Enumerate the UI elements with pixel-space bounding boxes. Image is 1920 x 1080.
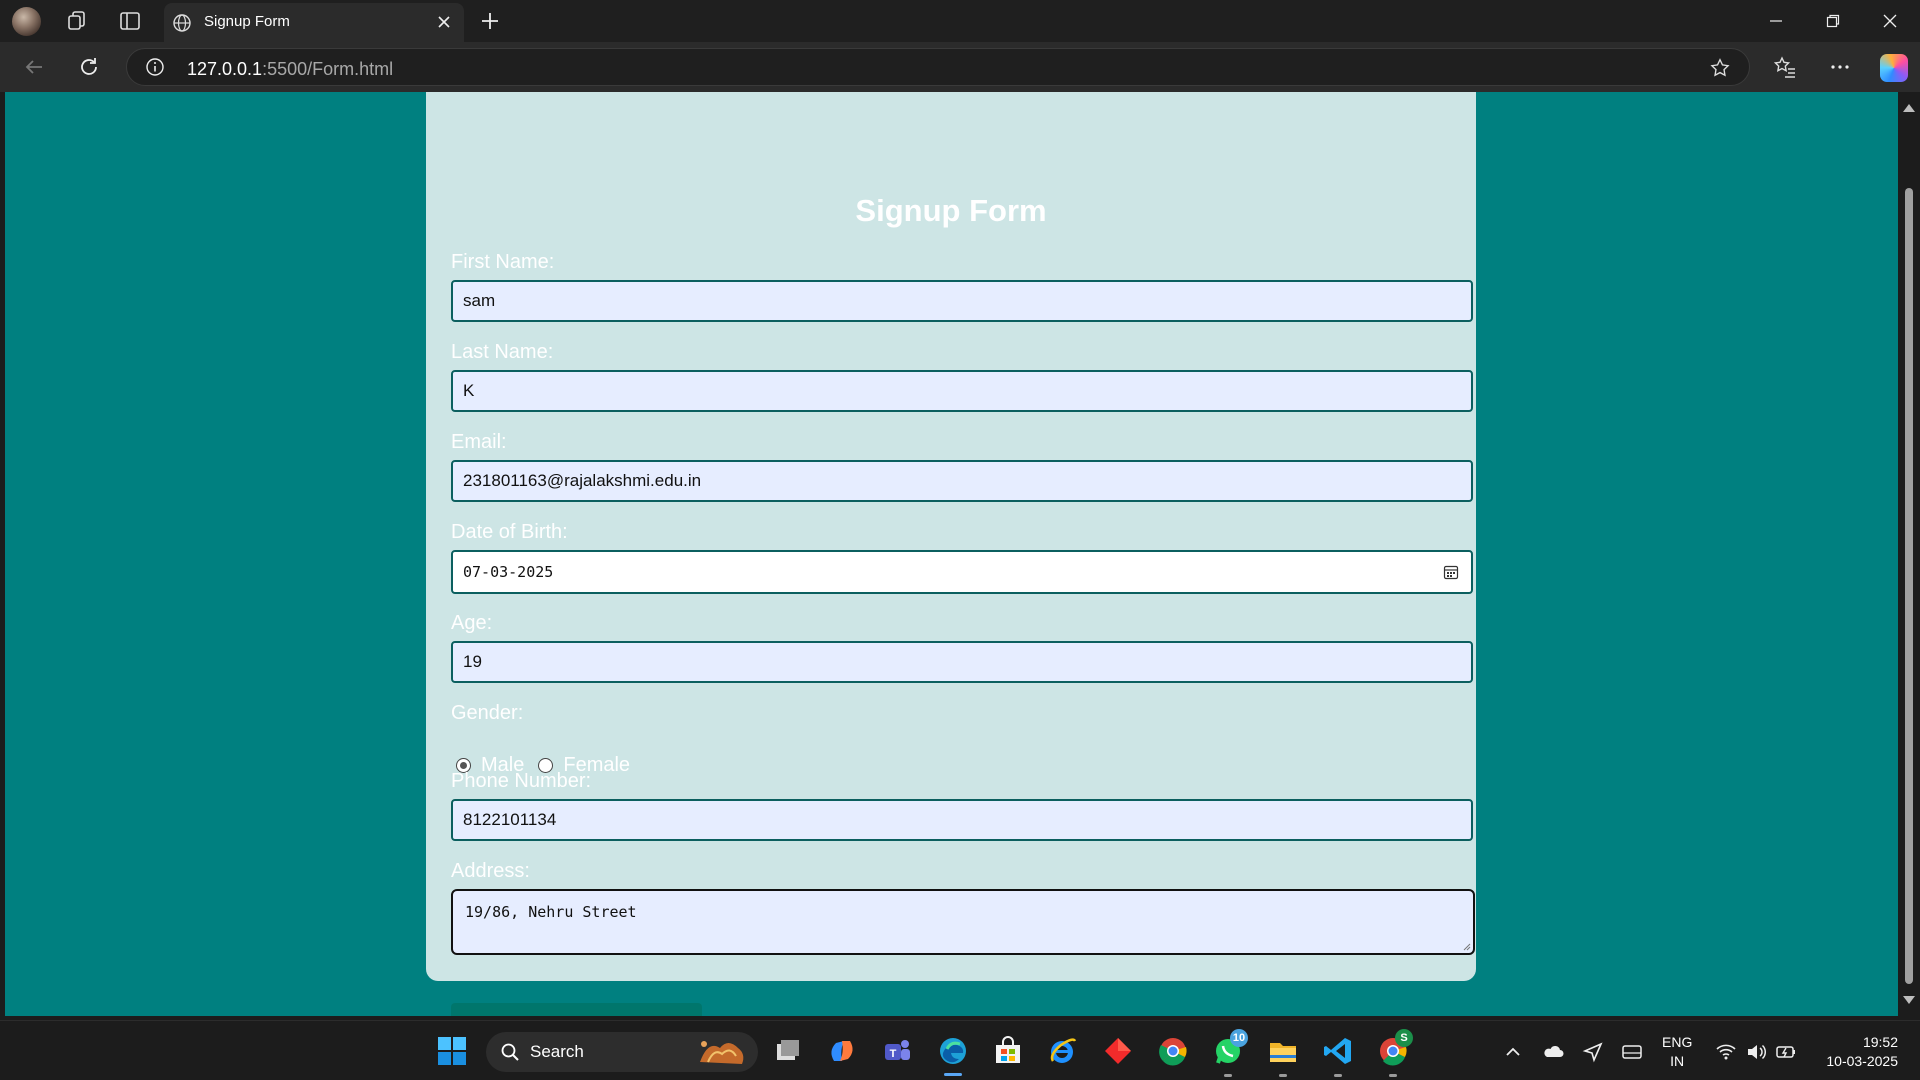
- last-name-input[interactable]: K: [451, 370, 1473, 412]
- search-icon: [501, 1043, 519, 1061]
- chrome-running-indicator: [1389, 1074, 1397, 1077]
- input-language-indicator[interactable]: ENG IN: [1662, 1033, 1692, 1071]
- minimize-icon: [1770, 20, 1782, 22]
- clock-date: 10-03-2025: [1826, 1053, 1898, 1069]
- chrome-icon[interactable]: [1157, 1035, 1189, 1067]
- system-clock[interactable]: 19:52 10-03-2025: [1826, 1033, 1898, 1071]
- url-host: 127.0.0.1: [187, 59, 263, 79]
- copilot-icon[interactable]: [1880, 54, 1908, 82]
- teams-icon[interactable]: T: [881, 1035, 913, 1067]
- windows-start-icon[interactable]: [436, 1035, 468, 1067]
- copilot-app-icon[interactable]: [826, 1035, 858, 1067]
- age-input[interactable]: 19: [451, 641, 1473, 683]
- svg-text:T: T: [890, 1048, 897, 1060]
- workspaces-icon[interactable]: [65, 9, 89, 33]
- email-input[interactable]: 231801163@rajalakshmi.edu.in: [451, 460, 1473, 502]
- first-name-label: First Name:: [451, 251, 555, 273]
- favorite-star-icon[interactable]: [1709, 57, 1731, 79]
- dob-value: 07-03-2025: [463, 563, 554, 581]
- browser-tab-strip: Signup Form: [0, 0, 1920, 42]
- internet-explorer-icon[interactable]: [1047, 1035, 1079, 1067]
- show-hidden-icons-chevron-icon[interactable]: [1502, 1041, 1524, 1063]
- phone-input[interactable]: 8122101134: [451, 799, 1473, 841]
- address-label: Address:: [451, 860, 530, 882]
- search-label: Search: [530, 1042, 584, 1061]
- windows-taskbar: Search T 10 S ENG IN 19:52 10-03-2025: [0, 1020, 1920, 1080]
- refresh-icon: [81, 58, 97, 75]
- dob-label: Date of Birth:: [451, 521, 568, 543]
- scroll-down-arrow-icon[interactable]: [1903, 996, 1915, 1004]
- address-textarea[interactable]: 19/86, Nehru Street: [451, 889, 1475, 955]
- restore-icon: [1826, 14, 1840, 28]
- gender-label: Gender:: [451, 702, 524, 724]
- site-info-icon[interactable]: [145, 57, 165, 77]
- page-viewport: Signup Form First Name: sam Last Name: K…: [5, 92, 1898, 1016]
- vscode-icon[interactable]: [1322, 1035, 1354, 1067]
- red-diamond-app-icon[interactable]: [1102, 1035, 1134, 1067]
- url-path: :5500/Form.html: [262, 59, 394, 79]
- address-bar[interactable]: 127.0.0.1:5500/Form.html: [126, 48, 1750, 86]
- refresh-button[interactable]: [75, 53, 103, 81]
- email-label: Email:: [451, 431, 507, 453]
- microsoft-store-icon[interactable]: [992, 1035, 1024, 1067]
- explorer-running-indicator: [1279, 1074, 1287, 1077]
- region-code: IN: [1670, 1053, 1685, 1069]
- restore-button[interactable]: [1805, 0, 1861, 42]
- back-button[interactable]: [20, 53, 48, 81]
- wifi-icon[interactable]: [1715, 1041, 1737, 1063]
- whatsapp-notification-badge: 10: [1230, 1029, 1248, 1047]
- search-highlight-illustration-icon: [700, 1041, 744, 1064]
- page-scrollbar[interactable]: [1898, 92, 1920, 1016]
- calendar-icon[interactable]: [1443, 564, 1459, 580]
- edge-active-indicator: [944, 1073, 962, 1076]
- touch-keyboard-icon[interactable]: [1621, 1041, 1643, 1063]
- sign-up-button[interactable]: Sign Up: [451, 1003, 702, 1016]
- close-window-button[interactable]: [1862, 0, 1918, 42]
- taskbar-search-box[interactable]: Search: [486, 1032, 758, 1072]
- tab-title: Signup Form: [204, 13, 290, 30]
- minimize-button[interactable]: [1748, 0, 1804, 42]
- tab-signup-form[interactable]: Signup Form: [164, 3, 464, 42]
- close-icon: [1883, 14, 1897, 28]
- more-options-icon: [1831, 65, 1849, 69]
- vscode-running-indicator: [1334, 1074, 1342, 1077]
- favorites-icon: [1773, 56, 1795, 78]
- new-tab-icon[interactable]: [478, 9, 502, 33]
- more-menu-button[interactable]: [1826, 53, 1854, 81]
- phone-label: Phone Number:: [451, 770, 592, 792]
- location-arrow-icon[interactable]: [1582, 1041, 1604, 1063]
- first-name-input[interactable]: sam: [451, 280, 1473, 322]
- task-view-icon[interactable]: [772, 1035, 804, 1067]
- url-text: 127.0.0.1:5500/Form.html: [187, 59, 393, 80]
- scroll-up-arrow-icon[interactable]: [1903, 104, 1915, 112]
- form-title: Signup Form: [855, 193, 1047, 228]
- language-code: ENG: [1662, 1034, 1693, 1050]
- close-tab-icon[interactable]: [434, 12, 454, 32]
- back-arrow-icon: [25, 60, 42, 74]
- resize-handle-icon[interactable]: [1461, 941, 1471, 951]
- favorites-button[interactable]: [1771, 53, 1799, 81]
- address-value: 19/86, Nehru Street: [465, 903, 637, 921]
- profile-avatar[interactable]: [12, 7, 41, 36]
- dob-input[interactable]: 07-03-2025: [451, 550, 1473, 594]
- clock-time: 19:52: [1862, 1034, 1898, 1050]
- battery-charging-icon[interactable]: [1775, 1041, 1797, 1063]
- vertical-tabs-icon[interactable]: [118, 9, 142, 33]
- age-label: Age:: [451, 612, 493, 634]
- onedrive-cloud-icon[interactable]: [1542, 1041, 1564, 1063]
- globe-icon: [173, 14, 191, 32]
- volume-icon[interactable]: [1745, 1041, 1767, 1063]
- whatsapp-running-indicator: [1224, 1074, 1232, 1077]
- scroll-thumb[interactable]: [1905, 188, 1913, 984]
- browser-toolbar: 127.0.0.1:5500/Form.html: [0, 42, 1920, 92]
- edge-browser-icon[interactable]: [937, 1035, 969, 1067]
- last-name-label: Last Name:: [451, 341, 554, 363]
- chrome-profile-badge: S: [1395, 1029, 1413, 1047]
- file-explorer-icon[interactable]: [1267, 1035, 1299, 1067]
- signup-form-card: Signup Form First Name: sam Last Name: K…: [426, 92, 1476, 1016]
